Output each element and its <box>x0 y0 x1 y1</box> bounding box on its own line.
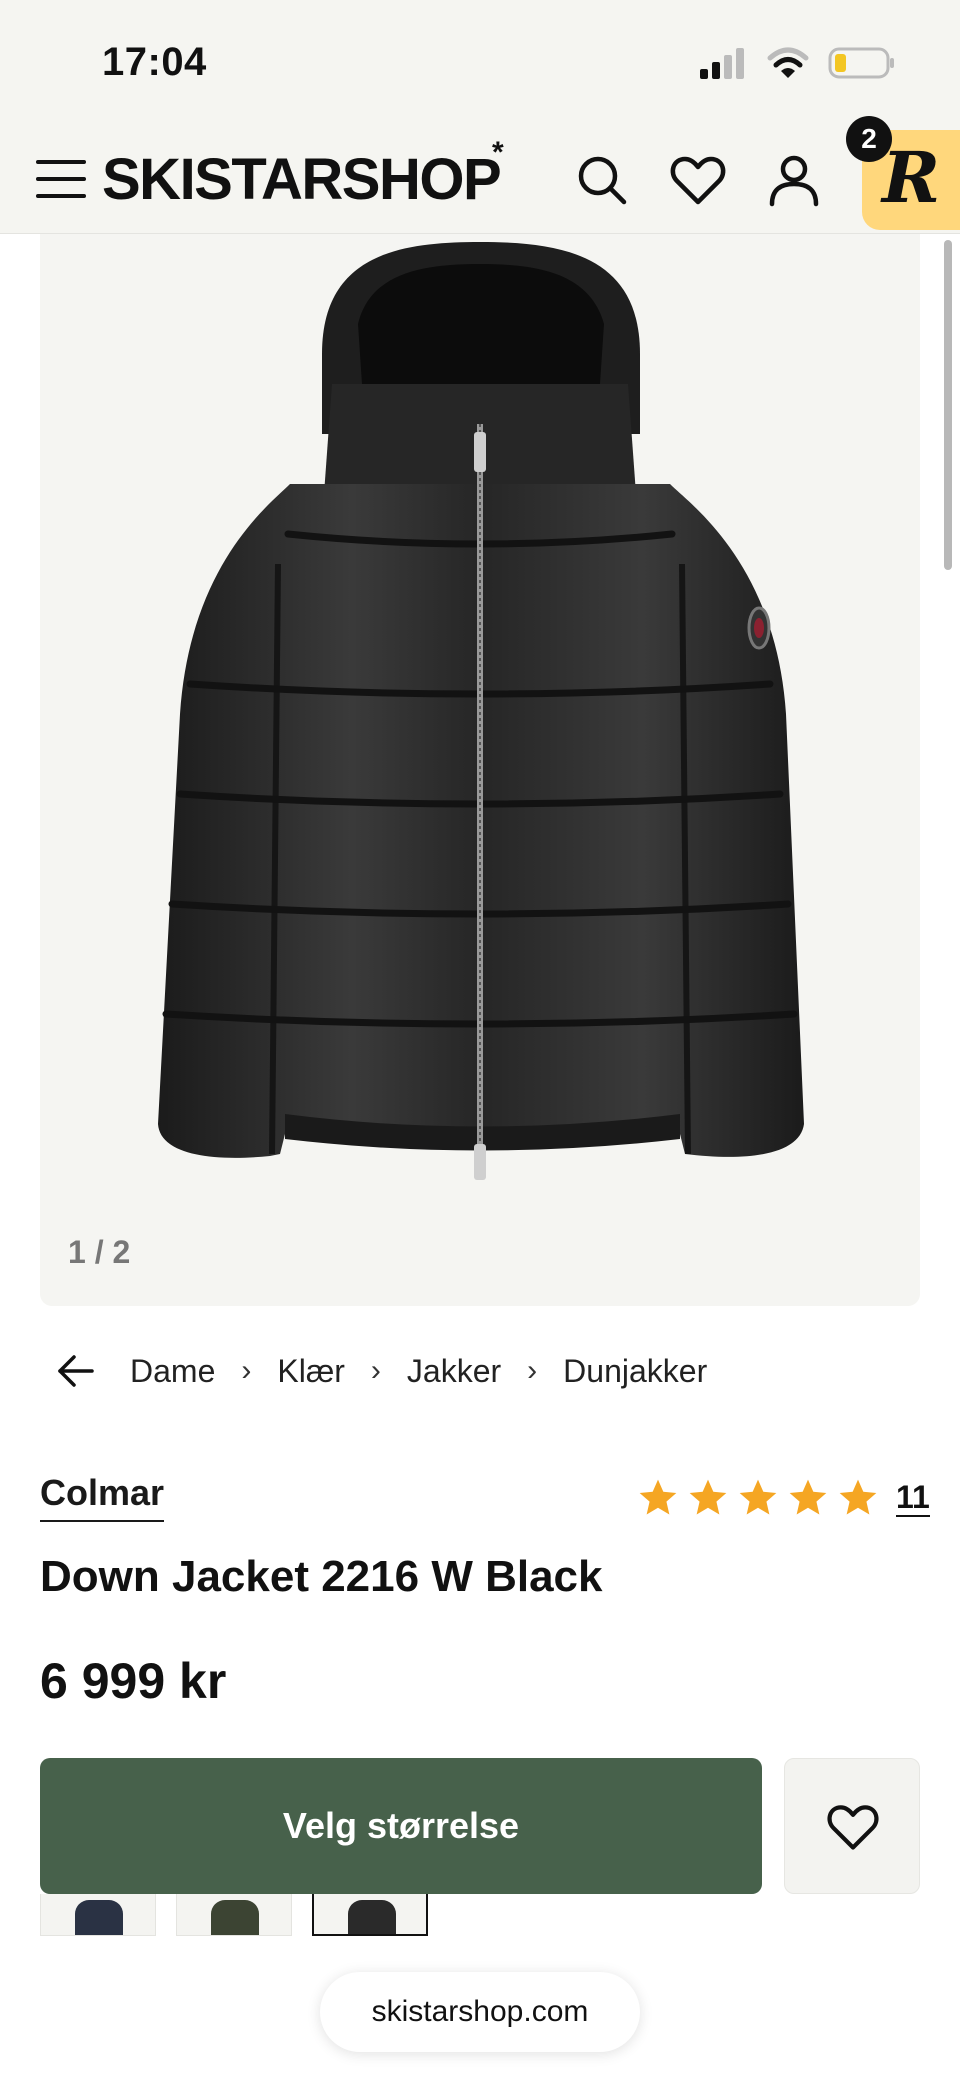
star-icon <box>789 1479 827 1515</box>
select-size-button[interactable]: Velg størrelse <box>40 1758 762 1894</box>
product-price: 6 999 kr <box>40 1653 227 1709</box>
rewards-count-badge: 2 <box>846 116 892 162</box>
review-count-link[interactable]: 11 <box>896 1479 930 1517</box>
site-logo[interactable]: SKISTARSHOP <box>102 140 502 220</box>
product-title: Down Jacket 2216 W Black <box>40 1552 603 1601</box>
rewards-letter: R <box>882 136 941 219</box>
star-icon <box>839 1479 877 1515</box>
battery-icon <box>828 47 894 79</box>
status-bar: 17:04 <box>0 0 960 126</box>
status-time: 17:04 <box>102 40 207 84</box>
breadcrumb: Dame › Klær › Jakker › Dunjakker <box>56 1346 707 1396</box>
site-header: SKISTARSHOP * R 2 <box>0 116 960 234</box>
image-counter: 1 / 2 <box>68 1234 131 1270</box>
variant-thumbnail[interactable] <box>312 1894 428 1936</box>
page-scrollbar[interactable] <box>944 240 952 570</box>
variant-thumbnail[interactable] <box>176 1894 292 1936</box>
star-icon <box>739 1479 777 1515</box>
account-icon[interactable] <box>764 150 824 210</box>
breadcrumb-item-dame[interactable]: Dame <box>130 1353 215 1390</box>
brand-link[interactable]: Colmar <box>40 1472 165 1522</box>
breadcrumb-item-jakker[interactable]: Jakker <box>407 1353 501 1390</box>
color-variants <box>40 1894 428 1936</box>
chevron-right-icon: › <box>370 1354 381 1387</box>
back-arrow-icon[interactable] <box>56 1351 96 1391</box>
breadcrumb-item-dunjakker[interactable]: Dunjakker <box>563 1353 707 1390</box>
signal-icon <box>700 48 744 79</box>
heart-icon <box>827 1805 879 1850</box>
chevron-right-icon: › <box>527 1354 538 1387</box>
variant-thumbnail[interactable] <box>40 1894 156 1936</box>
menu-icon[interactable] <box>36 156 86 202</box>
product-image-gallery[interactable]: 1 / 2 <box>40 234 920 1306</box>
search-icon[interactable] <box>572 150 632 210</box>
breadcrumb-item-klaer[interactable]: Klær <box>277 1353 345 1390</box>
chevron-right-icon: › <box>241 1354 252 1387</box>
star-icon <box>689 1479 727 1515</box>
star-icon <box>639 1479 677 1515</box>
status-icons <box>698 46 896 80</box>
logo-mark: * <box>492 136 504 169</box>
rating-summary[interactable]: 11 <box>636 1476 930 1520</box>
product-image <box>158 242 804 1180</box>
browser-url-bar[interactable]: skistarshop.com <box>320 1972 640 2052</box>
add-to-wishlist-button[interactable] <box>784 1758 920 1894</box>
heart-icon[interactable] <box>668 150 728 210</box>
wifi-icon <box>767 47 809 78</box>
